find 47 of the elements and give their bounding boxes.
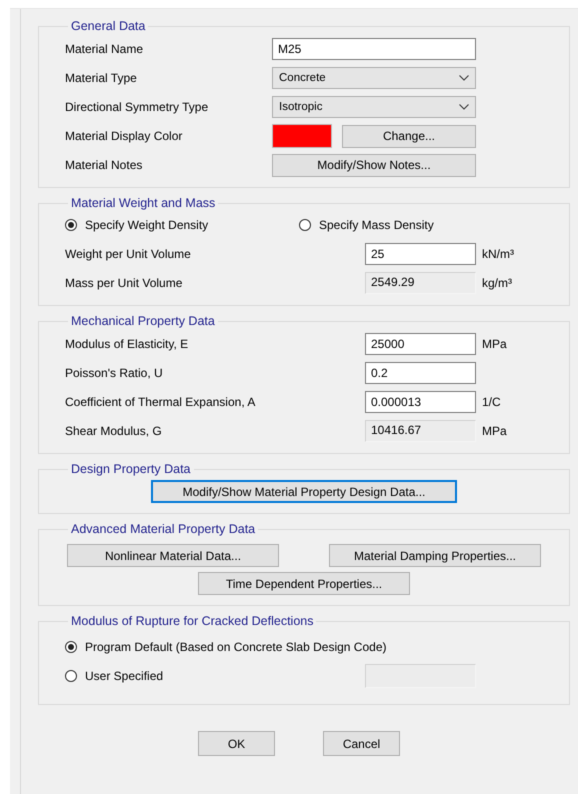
radio-label[interactable]: User Specified (85, 665, 164, 687)
field-label: Mass per Unit Volume (65, 275, 184, 292)
radio-button[interactable] (65, 670, 77, 682)
radio-button[interactable] (65, 641, 77, 653)
field-label: Poisson's Ratio, U (65, 365, 164, 382)
unit-label: 1/C (481, 395, 502, 409)
field-label: Shear Modulus, G (65, 423, 163, 440)
radio-label[interactable]: Specify Mass Density (319, 214, 434, 236)
field-label: Modulus of Elasticity, E (65, 336, 190, 353)
dropdown[interactable]: Isotropic (272, 96, 476, 118)
group-title: Design Property Data (70, 462, 192, 476)
change-button[interactable]: Change... (342, 124, 476, 148)
radio-label[interactable]: Program Default (Based on Concrete Slab Design Code) (85, 636, 386, 658)
radio-button[interactable] (65, 219, 77, 231)
unit-label: MPa (481, 337, 508, 351)
properties-button[interactable]: Time Dependent Properties... (198, 572, 410, 595)
group-title: Mechanical Property Data (70, 314, 216, 328)
text-field[interactable]: M25 (272, 38, 476, 60)
field-label: Weight per Unit Volume (65, 246, 192, 263)
input-field[interactable]: 0.000013 (365, 391, 476, 413)
field-label: Material Display Color (65, 128, 184, 145)
field-label: Directional Symmetry Type (65, 99, 210, 116)
unit-label: kg/m³ (481, 276, 513, 290)
properties-button[interactable]: Nonlinear Material Data... (67, 544, 279, 567)
unit-label: kN/m³ (481, 247, 515, 261)
input-field[interactable]: 0.2 (365, 362, 476, 384)
dialog-button[interactable]: OK (198, 731, 275, 756)
design-data-button[interactable]: Modify/Show Material Property Design Data... (151, 480, 457, 503)
input-field[interactable]: 25000 (365, 333, 476, 355)
radio-button[interactable] (299, 219, 311, 231)
chevron-down-icon (459, 75, 469, 81)
field-label: Material Type (65, 70, 138, 87)
properties-button[interactable]: Material Damping Properties... (329, 544, 541, 567)
dialog-button[interactable]: Cancel (323, 731, 400, 756)
radio-label[interactable]: Specify Weight Density (85, 214, 208, 236)
group-title: General Data (70, 19, 146, 33)
input-field[interactable]: 25 (365, 243, 476, 265)
group-title: Material Weight and Mass (70, 196, 216, 210)
chevron-down-icon (459, 104, 469, 110)
notes-button[interactable]: Modify/Show Notes... (272, 154, 476, 176)
field-label: Material Name (65, 41, 144, 58)
field-label: Coefficient of Thermal Expansion, A (65, 394, 256, 411)
group-title: Modulus of Rupture for Cracked Deflections (70, 614, 314, 628)
group-title: Advanced Material Property Data (70, 522, 256, 536)
unit-label: MPa (481, 424, 508, 438)
dropdown[interactable]: Concrete (272, 67, 476, 89)
field-label: Material Notes (65, 157, 144, 174)
